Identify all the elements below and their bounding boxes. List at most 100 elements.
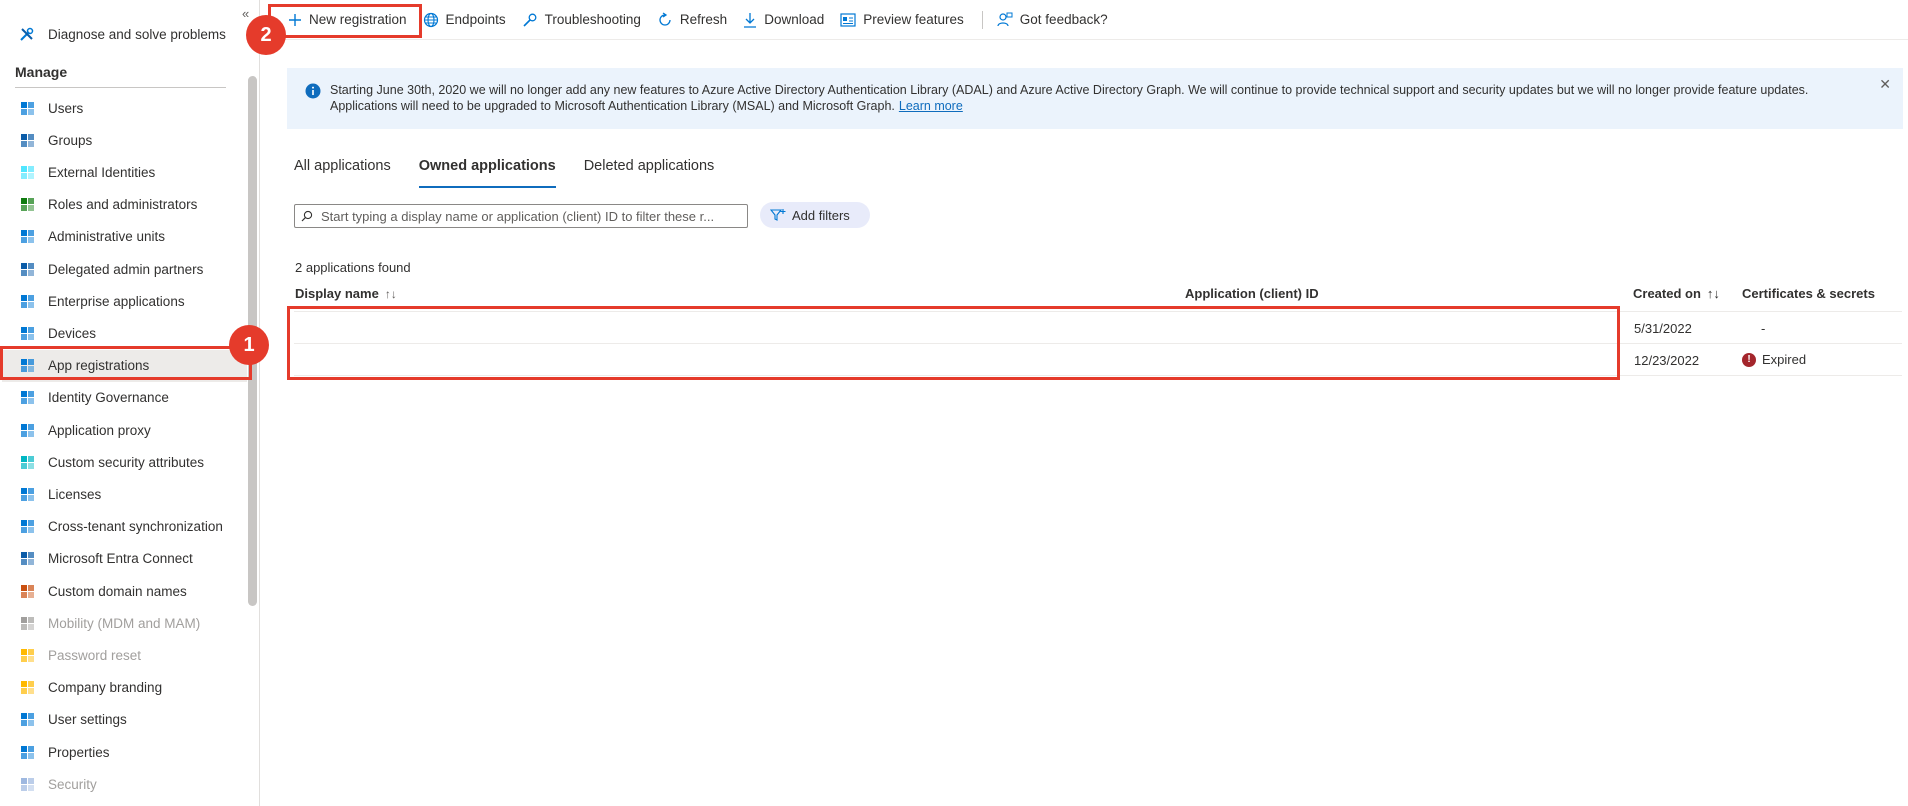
table-cell-created-on: 5/31/2022: [1634, 321, 1692, 336]
sidebar-item-label: Security: [48, 776, 97, 792]
admin-units-icon: [14, 229, 40, 244]
sidebar-item-label: Devices: [48, 325, 97, 341]
feedback-icon: [997, 12, 1013, 28]
refresh-label: Refresh: [679, 12, 728, 27]
table-cell-certificates: ! Expired: [1742, 352, 1806, 367]
column-header-certificates-secrets: Certificates & secrets: [1742, 286, 1875, 301]
column-header-label: Application (client) ID: [1185, 286, 1319, 301]
sidebar-item-company-branding[interactable]: Company branding: [2, 672, 247, 704]
sort-icon[interactable]: ↑↓: [1707, 286, 1720, 301]
endpoints-label: Endpoints: [445, 12, 506, 27]
collapse-sidebar-button[interactable]: «: [242, 6, 249, 21]
sidebar-item-users[interactable]: Users: [2, 92, 247, 124]
sidebar-item-user-settings[interactable]: User settings: [2, 704, 247, 736]
devices-icon: [14, 326, 40, 341]
sidebar-item-label: Cross-tenant synchronization: [48, 519, 223, 535]
sidebar-item-delegated-admin-partners[interactable]: Delegated admin partners: [2, 253, 247, 285]
application-tabs: All applications Owned applications Dele…: [294, 158, 742, 188]
sidebar-item-label: Company branding: [48, 680, 163, 696]
sidebar-item-licenses[interactable]: Licenses: [2, 478, 247, 510]
sidebar-item-diagnose[interactable]: Diagnose and solve problems: [2, 18, 247, 50]
sidebar-item-devices[interactable]: Devices: [2, 317, 247, 349]
sidebar-item-label: Enterprise applications: [48, 293, 185, 309]
download-icon: [743, 12, 757, 28]
sidebar-item-roles-and-administrators[interactable]: Roles and administrators: [2, 189, 247, 221]
tab-all-applications[interactable]: All applications: [294, 158, 391, 188]
user-settings-icon: [14, 712, 40, 727]
sidebar-item-enterprise-applications[interactable]: Enterprise applications: [2, 285, 247, 317]
sidebar-item-label: Custom security attributes: [48, 454, 205, 470]
app-registrations-icon: [14, 358, 40, 373]
sort-icon[interactable]: ↑↓: [385, 287, 397, 301]
add-filters-label: Add filters: [792, 207, 850, 223]
sidebar-item-properties[interactable]: Properties: [2, 736, 247, 768]
sidebar-item-microsoft-entra-connect[interactable]: Microsoft Entra Connect: [2, 543, 247, 575]
filter-add-icon: [770, 208, 786, 222]
table-cell-created-on: 12/23/2022: [1634, 353, 1700, 368]
sidebar-item-security[interactable]: Security: [2, 768, 247, 800]
sidebar-item-external-identities[interactable]: External Identities: [2, 156, 247, 188]
table-divider: [294, 343, 1902, 344]
sidebar-item-identity-governance[interactable]: Identity Governance: [2, 382, 247, 414]
refresh-button[interactable]: Refresh: [651, 4, 733, 36]
mobility-icon: [14, 616, 40, 631]
troubleshooting-button[interactable]: Troubleshooting: [516, 4, 647, 36]
download-button[interactable]: Download: [737, 4, 830, 36]
wrench-icon: [522, 12, 538, 28]
partners-icon: [14, 262, 40, 277]
sidebar-item-administrative-units[interactable]: Administrative units: [2, 221, 247, 253]
sidebar-item-mobility-mdm-and-mam[interactable]: Mobility (MDM and MAM): [2, 607, 247, 639]
sidebar-item-label: Microsoft Entra Connect: [48, 551, 193, 567]
info-icon: [305, 83, 321, 103]
tab-deleted-applications[interactable]: Deleted applications: [584, 158, 715, 188]
identity-governance-icon: [14, 390, 40, 405]
new-registration-button[interactable]: New registration: [282, 4, 413, 36]
column-header-display-name[interactable]: Display name ↑↓: [295, 286, 397, 301]
column-header-created-on[interactable]: Created on ↑↓: [1633, 286, 1720, 301]
plus-icon: [288, 13, 302, 27]
sidebar-item-label: Roles and administrators: [48, 197, 198, 213]
filter-applications-input[interactable]: [319, 206, 747, 226]
step-marker-2: 2: [246, 15, 286, 55]
preview-features-button[interactable]: Preview features: [834, 4, 970, 36]
toolbar-divider: [981, 10, 983, 29]
close-icon[interactable]: ✕: [1879, 76, 1891, 92]
sidebar-item-custom-domain-names[interactable]: Custom domain names: [2, 575, 247, 607]
endpoints-button[interactable]: Endpoints: [417, 4, 512, 36]
deprecation-info-banner: Starting June 30th, 2020 we will no long…: [287, 68, 1903, 129]
sidebar-item-password-reset[interactable]: Password reset: [2, 639, 247, 671]
sidebar-item-custom-security-attributes[interactable]: Custom security attributes: [2, 446, 247, 478]
external-identities-icon: [14, 165, 40, 180]
learn-more-link[interactable]: Learn more: [899, 99, 963, 113]
column-header-label: Display name: [295, 286, 379, 301]
search-icon: [301, 210, 313, 222]
table-divider: [294, 375, 1902, 376]
sidebar-item-label: Identity Governance: [48, 390, 169, 406]
add-filters-button[interactable]: Add filters: [760, 202, 870, 228]
sidebar-item-label: Delegated admin partners: [48, 261, 204, 277]
sidebar-item-label: Groups: [48, 132, 93, 148]
feedback-button[interactable]: Got feedback?: [991, 4, 1114, 36]
sidebar-item-label: App registrations: [48, 358, 150, 374]
sidebar-section-heading: Manage: [15, 64, 226, 88]
refresh-icon: [657, 11, 673, 28]
step-marker-1: 1: [229, 325, 269, 365]
new-registration-label: New registration: [309, 12, 407, 27]
app-proxy-icon: [14, 423, 40, 438]
sidebar-item-application-proxy[interactable]: Application proxy: [2, 414, 247, 446]
column-header-label: Created on: [1633, 286, 1701, 301]
column-header-label: Certificates & secrets: [1742, 286, 1875, 301]
tab-owned-applications[interactable]: Owned applications: [418, 158, 556, 188]
groups-icon: [14, 133, 40, 148]
banner-message: Starting June 30th, 2020 we will no long…: [330, 83, 1809, 113]
command-bar: New registration Endpoints Troubleshooti…: [262, 0, 1908, 40]
sync-icon: [14, 519, 40, 534]
expired-status-label: Expired: [1762, 352, 1807, 367]
key-icon: [14, 648, 40, 663]
sidebar-item-label: Mobility (MDM and MAM): [48, 615, 201, 631]
sidebar-item-groups[interactable]: Groups: [2, 124, 247, 156]
sidebar-item-cross-tenant-synchronization[interactable]: Cross-tenant synchronization: [2, 511, 247, 543]
licenses-icon: [14, 487, 40, 502]
sidebar-item-label: Users: [48, 100, 84, 116]
sidebar-item-app-registrations[interactable]: App registrations: [2, 349, 247, 382]
